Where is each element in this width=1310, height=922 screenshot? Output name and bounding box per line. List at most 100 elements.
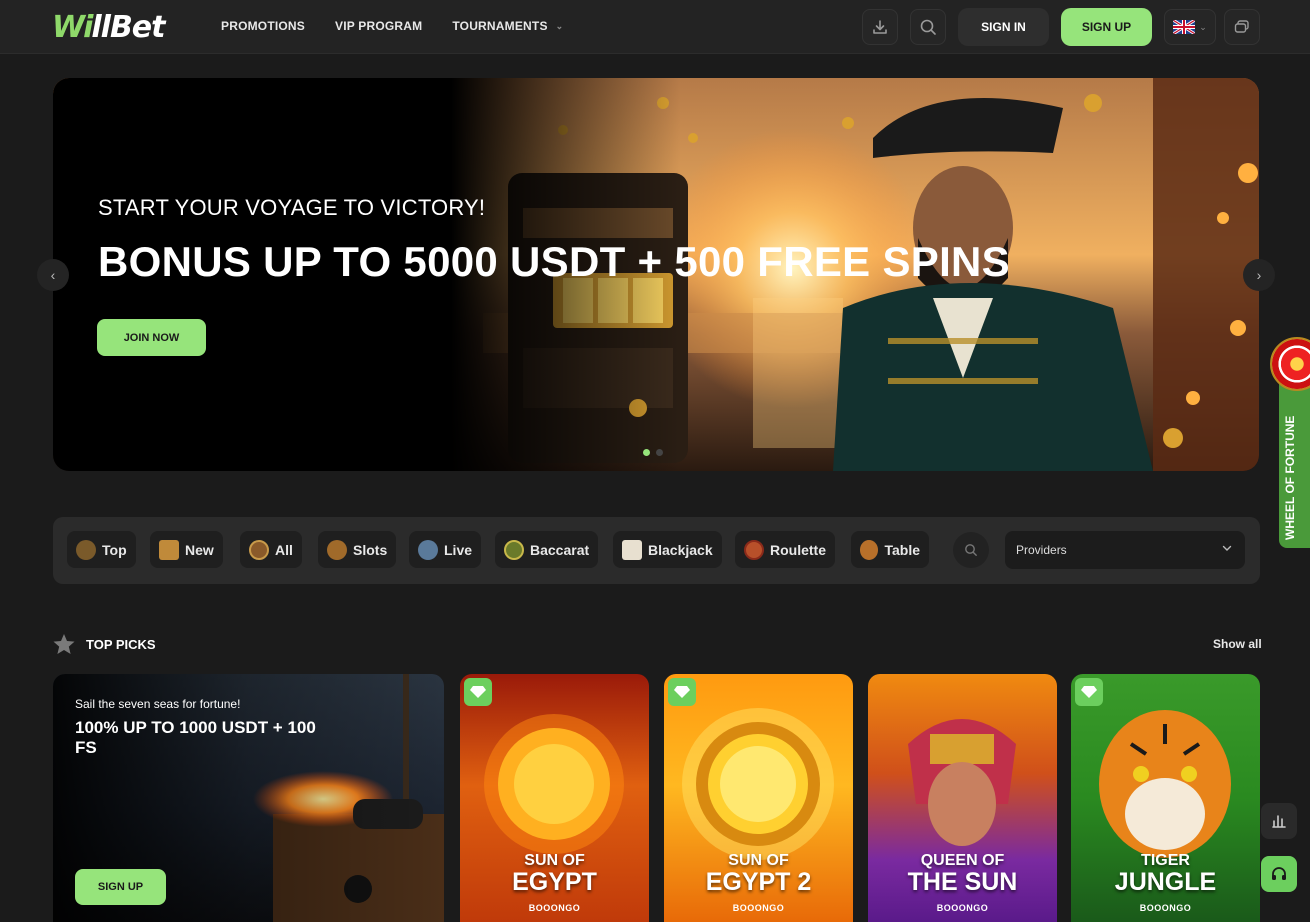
search-button[interactable] xyxy=(910,9,946,45)
diamond-icon xyxy=(1081,686,1097,698)
game-title: TIGER JUNGLE xyxy=(1071,852,1260,897)
providers-label: Providers xyxy=(1016,543,1067,557)
game-title: SUN OF EGYPT 2 xyxy=(664,852,853,897)
chat-button[interactable] xyxy=(1224,9,1260,45)
game-title-line2: THE SUN xyxy=(907,868,1018,896)
join-now-button[interactable]: JOIN NOW xyxy=(97,319,206,356)
category-label: Blackjack xyxy=(648,541,713,558)
star-icon xyxy=(53,634,75,654)
game-card-sun-of-egypt[interactable]: SUN OF EGYPT BOOONGO xyxy=(460,674,649,922)
language-selector[interactable]: ⌄ xyxy=(1164,9,1216,45)
top-header: Wi llBet PROMOTIONS VIP PROGRAM TOURNAMEN… xyxy=(0,0,1310,54)
category-label: All xyxy=(275,541,293,558)
main-nav: PROMOTIONS VIP PROGRAM TOURNAMENTS ⌄ xyxy=(221,19,563,33)
category-label: New xyxy=(185,541,214,558)
category-baccarat[interactable]: Baccarat xyxy=(495,531,599,568)
carousel-next-button[interactable]: › xyxy=(1243,259,1275,291)
bar-chart-icon xyxy=(1272,815,1286,828)
game-card-queen-of-the-sun[interactable]: QUEEN OF THE SUN BOOONGO xyxy=(868,674,1057,922)
game-provider: BOOONGO xyxy=(936,903,989,913)
category-new[interactable]: New xyxy=(150,531,223,568)
chevron-left-icon: ‹ xyxy=(50,267,56,283)
treasure-chest-icon xyxy=(76,539,96,560)
chat-bubbles-icon xyxy=(1234,20,1249,33)
headset-icon xyxy=(1272,867,1286,880)
download-button[interactable] xyxy=(862,9,898,45)
table-games-icon xyxy=(860,539,879,560)
willbet-logo[interactable]: Wi llBet xyxy=(52,9,166,45)
game-card-sun-of-egypt-2[interactable]: SUN OF EGYPT 2 BOOONGO xyxy=(664,674,853,922)
logo-mark: Wi xyxy=(52,9,93,45)
category-label: Slots xyxy=(353,541,388,558)
logo-text: llBet xyxy=(91,9,165,45)
search-icon xyxy=(965,544,977,556)
category-label: Table xyxy=(884,541,920,558)
category-slots[interactable]: Slots xyxy=(318,531,397,568)
game-title-line2: JUNGLE xyxy=(1114,868,1217,896)
category-roulette[interactable]: Roulette xyxy=(735,531,835,568)
category-bar: Top New All Slots Live Baccarat Blackjac… xyxy=(53,517,1260,584)
slot-machine-icon xyxy=(327,539,347,560)
promo-sign-up-button[interactable]: SIGN UP xyxy=(75,869,166,905)
game-badge xyxy=(464,678,492,706)
top-picks-header: TOP PICKS xyxy=(52,632,156,656)
download-icon xyxy=(873,20,887,34)
new-ticket-icon xyxy=(159,539,179,560)
top-picks-title: TOP PICKS xyxy=(86,636,156,652)
show-all-link[interactable]: Show all xyxy=(1213,637,1262,651)
playing-card-icon xyxy=(622,539,642,560)
support-button[interactable] xyxy=(1261,856,1297,892)
category-live[interactable]: Live xyxy=(409,531,482,568)
game-provider: BOOONGO xyxy=(528,903,581,913)
game-title: SUN OF EGYPT xyxy=(460,852,649,897)
ship-wheel-icon xyxy=(249,539,269,560)
promo-title: 100% UP TO 1000 USDT + 100 FS xyxy=(75,718,316,757)
diamond-icon xyxy=(674,686,690,698)
stats-button[interactable] xyxy=(1261,803,1297,839)
game-search-button[interactable] xyxy=(953,532,989,568)
promo-subtitle: Sail the seven seas for fortune! xyxy=(75,697,241,711)
hero-subtitle: START YOUR VOYAGE TO VICTORY! xyxy=(98,195,486,220)
search-icon xyxy=(920,19,936,35)
chevron-right-icon: › xyxy=(1256,267,1262,283)
sign-in-button[interactable]: SIGN IN xyxy=(958,8,1049,46)
game-badge xyxy=(668,678,696,706)
carousel-dot-2[interactable] xyxy=(656,449,663,456)
nav-tournaments-label: TOURNAMENTS xyxy=(452,19,548,33)
chevron-down-icon xyxy=(1222,545,1232,551)
sign-up-button[interactable]: SIGN UP xyxy=(1061,8,1152,46)
chevron-down-icon: ⌄ xyxy=(555,20,564,31)
nav-vip-program[interactable]: VIP PROGRAM xyxy=(335,19,422,33)
category-label: Roulette xyxy=(770,541,826,558)
game-badge xyxy=(1075,678,1103,706)
promo-card[interactable]: Sail the seven seas for fortune! 100% UP… xyxy=(53,674,444,922)
nav-promotions-label: PROMOTIONS xyxy=(221,19,306,33)
uk-flag-icon xyxy=(1173,20,1196,34)
game-card-tiger-jungle[interactable]: TIGER JUNGLE BOOONGO xyxy=(1071,674,1260,922)
game-title-line2: EGYPT xyxy=(512,868,597,896)
fortune-wheel-icon[interactable] xyxy=(1270,337,1310,391)
carousel-dot-1[interactable] xyxy=(643,449,650,456)
nav-vip-label: VIP PROGRAM xyxy=(335,19,423,33)
category-label: Top xyxy=(102,541,127,558)
category-top[interactable]: Top xyxy=(67,531,136,568)
category-label: Baccarat xyxy=(530,541,590,558)
category-all[interactable]: All xyxy=(240,531,302,568)
nav-promotions[interactable]: PROMOTIONS xyxy=(221,19,305,33)
pirate-icon xyxy=(418,539,438,560)
category-label: Live xyxy=(444,541,473,558)
game-title: QUEEN OF THE SUN xyxy=(868,852,1057,897)
category-table[interactable]: Table xyxy=(851,531,929,568)
hero-banner[interactable]: START YOUR VOYAGE TO VICTORY! BONUS UP T… xyxy=(53,78,1259,471)
carousel-prev-button[interactable]: ‹ xyxy=(37,259,69,291)
wheel-of-fortune-label: WHEEL OF FORTUNE xyxy=(1283,415,1297,540)
nav-tournaments[interactable]: TOURNAMENTS ⌄ xyxy=(452,19,563,33)
game-provider: BOOONGO xyxy=(1139,903,1192,913)
category-blackjack[interactable]: Blackjack xyxy=(613,531,722,568)
game-provider: BOOONGO xyxy=(732,903,785,913)
providers-dropdown[interactable]: Providers xyxy=(1005,531,1245,569)
carousel-dots xyxy=(643,449,663,456)
game-title-line2: EGYPT 2 xyxy=(705,868,812,896)
roulette-icon xyxy=(744,539,764,560)
chevron-down-icon: ⌄ xyxy=(1199,21,1207,32)
